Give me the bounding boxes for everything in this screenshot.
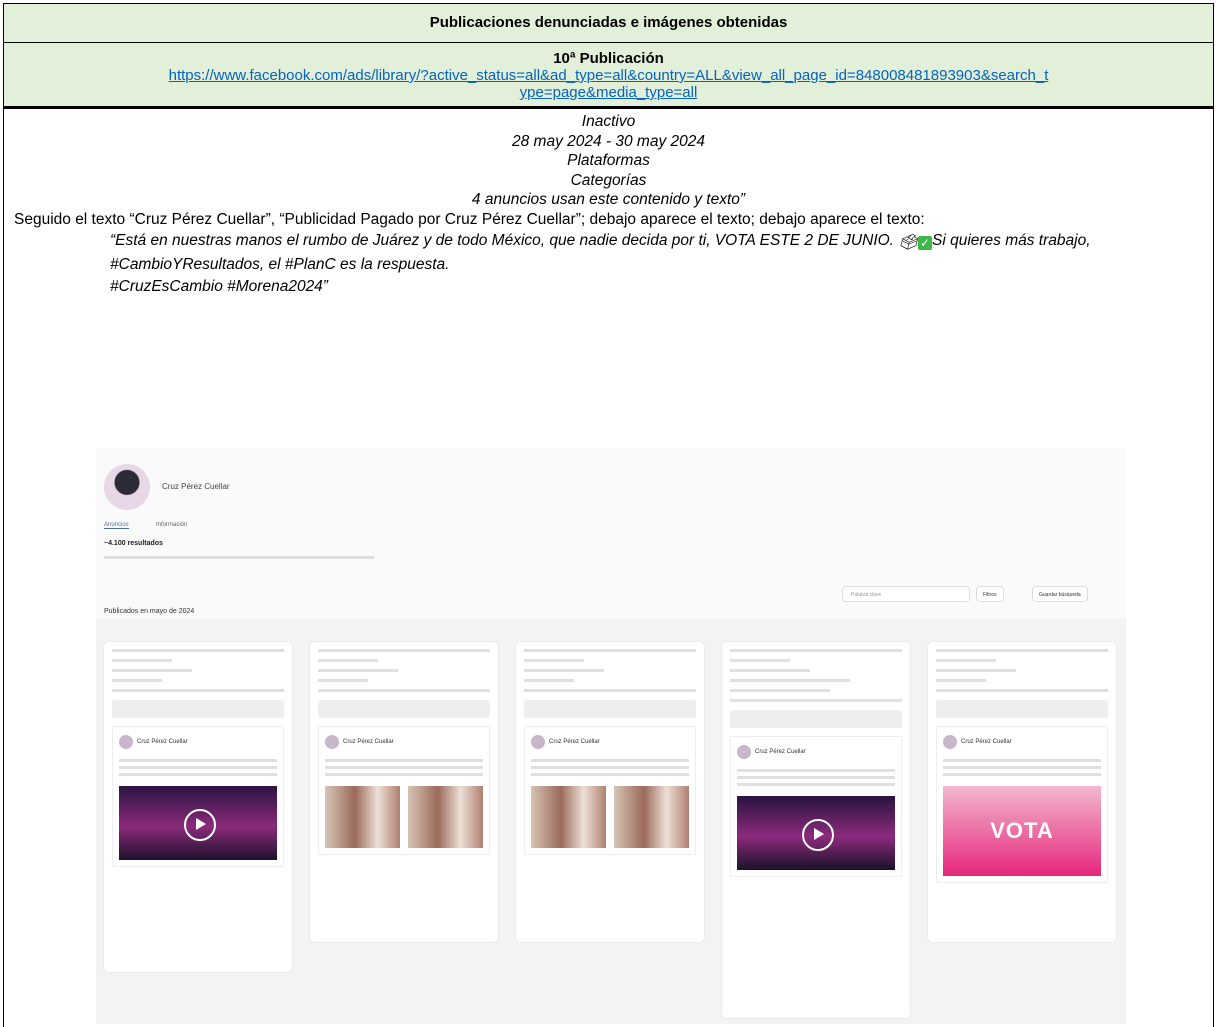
avatar [531, 734, 545, 749]
filters-button[interactable]: Filtros [976, 586, 1004, 602]
play-icon[interactable] [802, 819, 834, 851]
ads-library-screenshot: Cruz Pérez Cuellar Anuncios Información … [96, 448, 1126, 1024]
check-mark-icon: ✓ [917, 235, 932, 250]
publication-body: Inactivo 28 may 2024 - 30 may 2024 Plata… [4, 109, 1213, 298]
ad-platforms: Plataformas [567, 152, 650, 169]
ballot-box-icon: 🗳 [898, 233, 918, 251]
ad-photo [614, 786, 689, 848]
description-text: Seguido el texto “Cruz Pérez Cuellar”, “… [14, 210, 925, 228]
ad-details-button[interactable] [112, 700, 284, 718]
ad-photo [408, 786, 483, 848]
ad-meta: Inactivo 28 may 2024 - 30 may 2024 Plata… [4, 112, 1213, 210]
ad-count: 4 anuncios usan este contenido y texto” [471, 191, 746, 208]
page-name: Cruz Pérez Cuellar [162, 482, 230, 491]
table-header: Publicaciones denunciadas e imágenes obt… [4, 4, 1213, 43]
published-in-label: Publicados en mayo de 2024 [104, 608, 195, 615]
results-note [104, 556, 374, 559]
ad-video[interactable] [737, 796, 895, 870]
ad-card[interactable]: Cruz Pérez Cuellar [104, 642, 292, 972]
avatar [119, 734, 133, 749]
ad-photo [325, 786, 400, 848]
ad-quote: “Está en nuestras manos el rumbo de Juár… [110, 231, 1091, 295]
ad-card[interactable]: Cruz Pérez Cuellar [310, 642, 498, 942]
screenshot-page-header: Cruz Pérez Cuellar Anuncios Información … [96, 448, 1126, 618]
ad-dates: 28 may 2024 - 30 may 2024 [511, 132, 705, 150]
save-search-button[interactable]: Guardar búsqueda [1032, 586, 1088, 602]
avatar [325, 734, 339, 749]
vote-poster: VOTA [943, 786, 1101, 876]
ads-library-link[interactable]: https://www.facebook.com/ads/library/?ac… [169, 67, 1049, 101]
publication-number: 10ª Publicación [553, 50, 664, 67]
ad-card[interactable]: Cruz Pérez Cuellar [516, 642, 704, 942]
search-input[interactable]: Palabra clave [842, 586, 970, 602]
ad-details-button[interactable] [730, 710, 902, 728]
tab-ads[interactable]: Anuncios [104, 522, 129, 529]
avatar [104, 464, 150, 510]
ad-categories: Categorías [570, 171, 647, 189]
results-count: ~4.100 resultados [104, 540, 163, 547]
ad-status: Inactivo [581, 113, 636, 130]
ad-photo [531, 786, 606, 848]
ad-video[interactable] [119, 786, 277, 860]
ad-details-button[interactable] [936, 700, 1108, 718]
avatar [943, 734, 957, 749]
avatar [737, 744, 751, 759]
ad-card[interactable]: Cruz Pérez Cuellar VOTA [928, 642, 1116, 942]
ad-details-button[interactable] [524, 700, 696, 718]
publication-header: 10ª Publicación https://www.facebook.com… [4, 43, 1213, 109]
tab-about[interactable]: Información [156, 522, 187, 528]
ad-card[interactable]: Cruz Pérez Cuellar [722, 642, 910, 1018]
play-icon[interactable] [184, 809, 216, 841]
ad-details-button[interactable] [318, 700, 490, 718]
